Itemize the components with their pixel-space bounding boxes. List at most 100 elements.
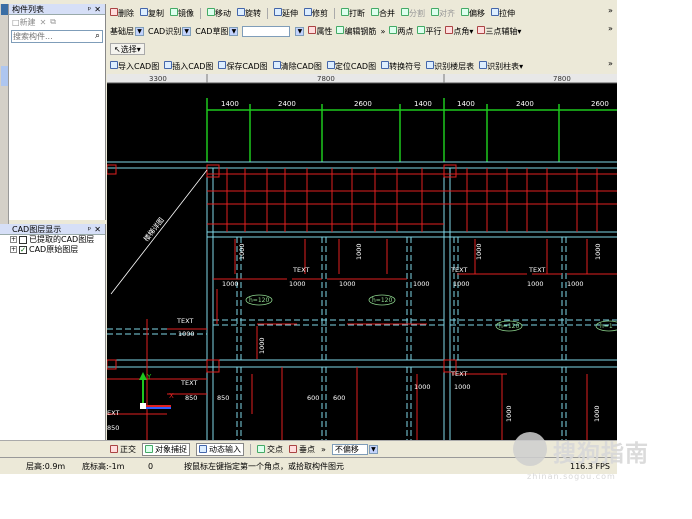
dock-tab[interactable] xyxy=(1,66,8,86)
rebar-length-label: 850 xyxy=(107,424,119,432)
move-button[interactable]: 移动 xyxy=(207,8,231,19)
clear-cad-button[interactable]: 清除CAD图 xyxy=(272,61,322,72)
toolbar-overflow-icon[interactable]: » xyxy=(608,6,613,15)
ucs-y-label: Y xyxy=(146,373,152,381)
chevron-down-icon: ▾ xyxy=(136,44,141,54)
properties-button[interactable]: 属性 xyxy=(308,26,332,37)
chevron-down-icon[interactable]: ▼ xyxy=(295,27,305,36)
copy-button[interactable]: 复制 xyxy=(140,8,164,19)
point-angle-button[interactable]: 点角▾ xyxy=(445,26,473,37)
align-button[interactable]: 对齐 xyxy=(431,8,455,19)
expand-icon[interactable]: + xyxy=(10,246,17,253)
dynamic-input-toggle[interactable]: 动态输入 xyxy=(196,442,244,456)
layer-checkbox[interactable]: ✓ xyxy=(19,245,27,254)
new-component-button[interactable]: □新建 xyxy=(12,17,36,28)
search-box: ⌕ xyxy=(11,30,103,43)
dock-tab[interactable] xyxy=(1,4,8,15)
ortho-icon xyxy=(110,445,118,453)
rotate-icon xyxy=(237,8,245,16)
watermark-logo-icon xyxy=(513,432,547,466)
trim-button[interactable]: 修剪 xyxy=(304,8,328,19)
rebar-length-label: 1000 xyxy=(594,243,602,260)
dim-top: 3300 xyxy=(149,75,167,83)
merge-button[interactable]: 合并 xyxy=(371,8,395,19)
pin-icon[interactable]: ᵖ xyxy=(88,224,91,235)
cad-identify-select[interactable]: CAD识别 ▼ xyxy=(148,26,192,37)
pin-icon[interactable]: ᵖ xyxy=(88,4,91,15)
three-point-icon xyxy=(477,26,486,34)
mirror-icon xyxy=(170,8,178,16)
save-cad-button[interactable]: 保存CAD图 xyxy=(218,61,268,72)
locate-cad-button[interactable]: 定位CAD图 xyxy=(326,61,376,72)
perpendicular-snap-toggle[interactable]: 垂点 xyxy=(289,444,315,455)
stretch-button[interactable]: 拉伸 xyxy=(491,8,515,19)
layer-select[interactable]: 基础层 ▼ xyxy=(110,26,144,37)
break-icon xyxy=(341,8,349,16)
dim-top: 7800 xyxy=(317,75,335,83)
component-list-toolbar: □新建 ✕ ⧉ xyxy=(0,15,105,29)
search-input[interactable] xyxy=(12,31,88,42)
rebar-length-label: 1000 xyxy=(413,280,430,288)
layer-row-extracted[interactable]: + 已提取的CAD图层 xyxy=(0,235,105,245)
toolbar-overflow-icon[interactable]: » xyxy=(608,59,613,68)
status-value: 0 xyxy=(148,462,154,471)
text-label: TEXT xyxy=(450,266,467,274)
chevron-down-icon: ▼ xyxy=(182,27,192,36)
import-icon xyxy=(110,61,118,69)
status-hint: 按鼠标左键指定第一个角点，或拾取构件图元 xyxy=(184,462,344,471)
chevron-down-icon: ▾ xyxy=(517,27,522,36)
parallel-button[interactable]: 平行 xyxy=(417,26,441,37)
two-point-button[interactable]: 两点 xyxy=(389,26,413,37)
rotate-button[interactable]: 旋转 xyxy=(237,8,261,19)
insert-cad-button[interactable]: 插入CAD图 xyxy=(164,61,213,72)
layer-checkbox[interactable] xyxy=(19,235,27,244)
copy-icon[interactable]: ⧉ xyxy=(50,17,56,27)
expand-icon[interactable]: + xyxy=(10,236,17,243)
break-button[interactable]: 打断 xyxy=(341,8,365,19)
offset-button[interactable]: 偏移 xyxy=(461,8,485,19)
close-icon[interactable]: ✕ xyxy=(94,4,101,15)
rebar-length-label: 1000 xyxy=(178,330,195,338)
select-button[interactable]: ↖选择▾ xyxy=(110,42,145,55)
rebar-length-label: 1000 xyxy=(222,280,239,288)
delete-icon[interactable]: ✕ xyxy=(40,18,47,27)
cad-layers-title: CAD图层显示 xyxy=(12,225,62,234)
toolbar-overflow-icon[interactable]: » xyxy=(321,445,326,454)
component-list-panel: 构件列表 ᵖ ✕ □新建 ✕ ⧉ ⌕ xyxy=(0,4,106,220)
component-select[interactable] xyxy=(242,26,291,37)
split-button[interactable]: 分割 xyxy=(401,8,425,19)
three-point-axis-button[interactable]: 三点辅轴▾ xyxy=(477,26,521,37)
identify-column-table-button[interactable]: 识别柱表▾ xyxy=(479,61,523,72)
intersection-snap-toggle[interactable]: 交点 xyxy=(257,444,283,455)
convert-symbol-button[interactable]: 转换符号 xyxy=(381,61,421,72)
text-label: TEXT xyxy=(292,266,309,274)
stretch-icon xyxy=(491,8,499,16)
search-icon[interactable]: ⌕ xyxy=(95,31,100,41)
cad-drawing-canvas[interactable]: 3300 7800 7800 1400 2400 2600 1400 1400 … xyxy=(107,74,617,440)
edit-rebar-button[interactable]: 编辑钢筋 xyxy=(336,26,376,37)
extend-button[interactable]: 延伸 xyxy=(274,8,298,19)
offset-select[interactable]: 不偏移 ▼ xyxy=(331,443,378,455)
rebar-length-label: 1000 xyxy=(453,280,470,288)
mirror-button[interactable]: 镜像 xyxy=(170,8,194,19)
dim-label: 2400 xyxy=(516,100,534,108)
rebar-length-label: 1000 xyxy=(567,280,584,288)
app-window: 构件列表 ᵖ ✕ □新建 ✕ ⧉ ⌕ CAD图层显示 ᵖ ✕ +已提取的CAD图… xyxy=(0,0,617,474)
component-list-title: 构件列表 xyxy=(12,5,44,14)
slab-thickness-label: h=120 xyxy=(249,297,269,304)
import-cad-button[interactable]: 导入CAD图 xyxy=(110,61,159,72)
toolbar-separator xyxy=(200,8,201,19)
locate-icon xyxy=(326,61,335,69)
rebar-length-label: 1000 xyxy=(238,243,246,260)
rebar-length-label: 1000 xyxy=(289,280,306,288)
ortho-toggle[interactable]: 正交 xyxy=(110,444,136,455)
identify-floor-table-button[interactable]: 识别楼层表 xyxy=(426,61,474,72)
cad-sketch-select[interactable]: CAD草图 ▼ xyxy=(195,26,239,37)
layer-row-original[interactable]: + ✓ CAD原始图层 xyxy=(0,245,105,255)
toolbar-overflow-icon[interactable]: » xyxy=(380,27,385,36)
object-snap-toggle[interactable]: 对象捕捉 xyxy=(142,442,190,456)
slab-thickness-label: h=120 xyxy=(499,323,519,330)
toolbar-overflow-icon[interactable]: » xyxy=(608,24,613,33)
close-icon[interactable]: ✕ xyxy=(94,224,101,235)
delete-button[interactable]: 删除 xyxy=(110,8,134,19)
